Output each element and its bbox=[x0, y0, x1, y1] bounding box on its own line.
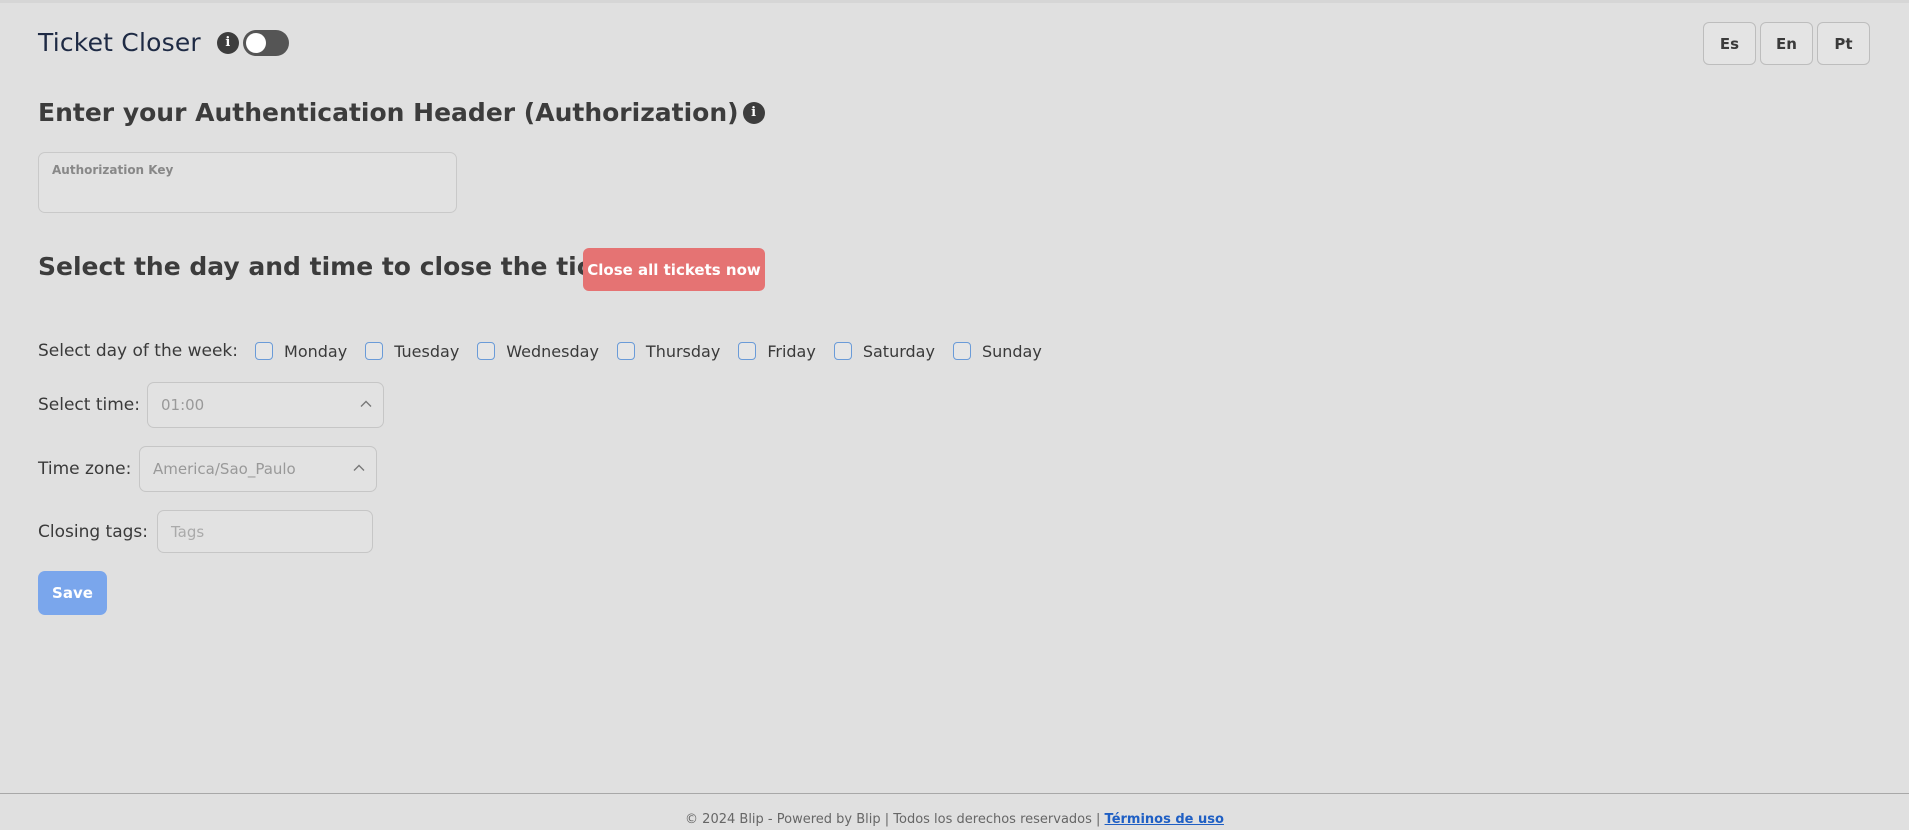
info-icon[interactable]: i bbox=[216, 31, 239, 54]
time-select[interactable]: 01:00 bbox=[147, 382, 384, 428]
timezone-select-value: America/Sao_Paulo bbox=[153, 460, 296, 478]
day-label: Friday bbox=[767, 341, 816, 361]
checkbox[interactable] bbox=[255, 342, 274, 360]
checkbox[interactable] bbox=[952, 342, 971, 360]
checkbox[interactable] bbox=[616, 342, 635, 360]
day-option-saturday[interactable]: Saturday bbox=[833, 341, 935, 361]
chevron-up-icon bbox=[353, 464, 365, 471]
auth-heading-text: Enter your Authentication Header (Author… bbox=[38, 98, 739, 127]
day-label: Wednesday bbox=[506, 341, 599, 361]
footer-divider bbox=[0, 793, 1909, 794]
time-label: Select time: bbox=[38, 395, 140, 415]
language-button-pt[interactable]: Pt bbox=[1817, 22, 1870, 65]
schedule-heading: Select the day and time to close the tic… bbox=[38, 252, 661, 281]
footer: © 2024 Blip - Powered by Blip | Todos lo… bbox=[0, 812, 1909, 827]
close-all-tickets-button[interactable]: Close all tickets now bbox=[583, 248, 765, 291]
day-option-friday[interactable]: Friday bbox=[738, 342, 816, 361]
closing-tags-placeholder: Tags bbox=[171, 522, 205, 541]
day-label: Thursday bbox=[645, 341, 721, 361]
timezone-row: Time zone: bbox=[38, 457, 131, 481]
closing-tags-row: Closing tags: bbox=[38, 520, 148, 544]
top-border bbox=[0, 0, 1909, 3]
checkbox[interactable] bbox=[477, 342, 496, 360]
timezone-select[interactable]: America/Sao_Paulo bbox=[139, 446, 377, 492]
closing-tags-label: Closing tags: bbox=[38, 522, 149, 542]
app-header: Ticket Closer i bbox=[38, 28, 289, 57]
day-option-tuesday[interactable]: Tuesday bbox=[365, 342, 459, 361]
checkbox[interactable] bbox=[365, 342, 384, 360]
page: Ticket Closer i Es En Pt Enter your Auth… bbox=[0, 0, 1909, 830]
day-option-thursday[interactable]: Thursday bbox=[616, 341, 721, 361]
footer-text: © 2024 Blip - Powered by Blip | Todos lo… bbox=[685, 812, 1105, 827]
info-icon[interactable]: i bbox=[742, 101, 765, 124]
day-option-monday[interactable]: Monday bbox=[255, 342, 347, 361]
closing-tags-input[interactable]: Tags bbox=[157, 510, 373, 553]
day-option-wednesday[interactable]: Wednesday bbox=[477, 342, 599, 361]
terms-link[interactable]: Términos de uso bbox=[1105, 812, 1224, 827]
day-label: Monday bbox=[284, 341, 348, 361]
day-option-sunday[interactable]: Sunday bbox=[952, 341, 1042, 361]
checkbox[interactable] bbox=[738, 342, 757, 360]
authorization-key-input[interactable]: Authorization Key bbox=[38, 152, 457, 213]
time-select-value: 01:00 bbox=[161, 396, 205, 414]
app-title: Ticket Closer bbox=[38, 28, 201, 57]
days-label: Select day of the week: bbox=[38, 341, 239, 361]
feature-toggle[interactable] bbox=[242, 29, 289, 56]
language-button-es[interactable]: Es bbox=[1703, 22, 1756, 65]
language-button-en[interactable]: En bbox=[1760, 22, 1813, 65]
days-row: Select day of the week: Monday Tuesday W… bbox=[38, 339, 1060, 363]
save-button[interactable]: Save bbox=[38, 571, 107, 615]
timezone-label: Time zone: bbox=[38, 459, 132, 479]
toggle-knob bbox=[245, 32, 266, 53]
authorization-key-label: Authorization Key bbox=[52, 163, 174, 177]
chevron-up-icon bbox=[360, 400, 372, 407]
time-row: Select time: bbox=[38, 393, 140, 417]
checkbox[interactable] bbox=[833, 342, 852, 360]
day-label: Sunday bbox=[981, 341, 1042, 361]
day-label: Saturday bbox=[862, 341, 935, 361]
auth-heading: Enter your Authentication Header (Author… bbox=[38, 98, 765, 127]
day-label: Tuesday bbox=[394, 341, 460, 361]
language-switcher: Es En Pt bbox=[1703, 22, 1870, 65]
